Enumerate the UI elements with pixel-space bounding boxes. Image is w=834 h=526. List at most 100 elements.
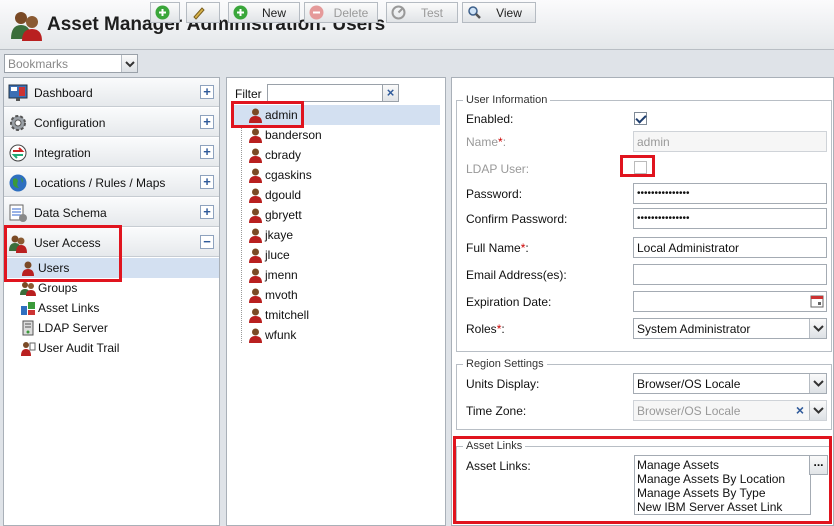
user-icon — [249, 108, 262, 123]
nav-item-configuration[interactable]: Configuration + — [4, 108, 219, 137]
enabled-checkbox[interactable] — [634, 112, 647, 125]
asset-link-item[interactable]: New IBM Server Asset Link — [637, 500, 810, 514]
user-list-item[interactable]: cbrady — [234, 145, 440, 165]
user-list-item[interactable]: jluce — [234, 245, 440, 265]
delete-button-label: Delete — [333, 5, 369, 20]
user-icon — [249, 288, 262, 303]
expand-icon[interactable]: + — [200, 115, 214, 129]
time-zone-value: Browser/OS Locale — [637, 404, 741, 418]
nav-item-integration[interactable]: Integration + — [4, 138, 219, 167]
sidebar-item-label: Users — [38, 261, 70, 275]
email-field[interactable] — [633, 264, 827, 285]
user-list-item[interactable]: admin — [234, 105, 440, 125]
user-list-item[interactable]: jmenn — [234, 265, 440, 285]
full-name-label: Full Name*: — [466, 241, 529, 255]
confirm-password-field[interactable]: ••••••••••••••• — [633, 208, 827, 229]
time-zone-select[interactable]: Browser/OS Locale × — [633, 400, 827, 421]
chevron-down-icon[interactable] — [809, 319, 826, 338]
chevron-down-icon[interactable] — [809, 374, 826, 393]
asset-link-item[interactable]: Manage Assets By Type — [637, 486, 810, 500]
user-list-item[interactable]: tmitchell — [234, 305, 440, 325]
expand-icon[interactable]: + — [200, 145, 214, 159]
name-field[interactable]: admin — [633, 131, 827, 152]
asset-links-list[interactable]: Manage Assets Manage Assets By Location Ma… — [634, 455, 811, 515]
add-bookmark-button[interactable] — [150, 2, 180, 23]
password-field[interactable]: ••••••••••••••• — [633, 183, 827, 204]
expiration-date-field[interactable] — [633, 291, 827, 312]
asset-links-label: Asset Links: — [466, 459, 531, 473]
asset-link-item[interactable]: Manage Assets — [637, 458, 810, 472]
units-display-select[interactable]: Browser/OS Locale — [633, 373, 827, 394]
nav-item-data-schema[interactable]: Data Schema + — [4, 198, 219, 227]
user-name: jmenn — [265, 268, 298, 282]
time-zone-label: Time Zone: — [466, 404, 527, 418]
new-button-label: New — [261, 5, 286, 20]
nav-item-label: Data Schema — [34, 206, 107, 220]
nav-item-locations[interactable]: Locations / Rules / Maps + — [4, 168, 219, 197]
filter-input[interactable] — [267, 84, 383, 102]
user-icon — [22, 261, 34, 276]
nav-item-user-access[interactable]: User Access − — [4, 228, 219, 257]
collapse-icon[interactable]: − — [200, 235, 214, 249]
roles-label: Roles*: — [466, 322, 505, 336]
sidebar-item-asset-links[interactable]: Asset Links — [4, 298, 219, 318]
user-list-item[interactable]: cgaskins — [234, 165, 440, 185]
user-icon — [249, 128, 262, 143]
clear-icon[interactable]: × — [796, 402, 804, 418]
bookmarks-select[interactable]: Bookmarks — [4, 54, 138, 73]
view-button-label: View — [496, 5, 522, 20]
user-list-item[interactable]: wfunk — [234, 325, 440, 345]
units-display-label: Units Display: — [466, 377, 540, 391]
user-name: wfunk — [265, 328, 297, 342]
delete-button[interactable]: Delete — [304, 2, 378, 23]
user-list-item[interactable]: banderson — [234, 125, 440, 145]
user-list-item[interactable]: jkaye — [234, 225, 440, 245]
user-icon — [249, 248, 262, 263]
sidebar-item-label: User Audit Trail — [38, 341, 120, 355]
chevron-down-icon[interactable] — [121, 55, 137, 72]
sidebar-item-user-audit-trail[interactable]: User Audit Trail — [4, 338, 219, 358]
user-icon — [249, 188, 262, 203]
ldap-user-checkbox[interactable] — [634, 161, 647, 174]
clear-filter-button[interactable]: × — [382, 84, 399, 102]
test-button[interactable]: Test — [386, 2, 458, 23]
user-name: jkaye — [265, 228, 294, 242]
new-button[interactable]: New — [228, 2, 300, 23]
user-icon — [249, 208, 262, 223]
user-list-item[interactable]: mvoth — [234, 285, 440, 305]
chevron-down-icon[interactable] — [809, 401, 826, 420]
user-name: tmitchell — [265, 308, 310, 322]
view-button[interactable]: View — [462, 2, 536, 23]
sidebar-item-users[interactable]: Users — [4, 258, 219, 278]
full-name-field[interactable]: Local Administrator — [633, 237, 827, 258]
filter-label: Filter — [235, 87, 262, 101]
user-icon — [249, 328, 262, 343]
more-options-button[interactable]: ... — [809, 455, 828, 475]
nav-item-label: User Access — [34, 236, 101, 250]
roles-select[interactable]: System Administrator — [633, 318, 827, 339]
user-name: cbrady — [265, 148, 302, 162]
sidebar-item-label: Groups — [38, 281, 78, 295]
sidebar-item-groups[interactable]: Groups — [4, 278, 219, 298]
user-icon — [249, 268, 262, 283]
sidebar-item-ldap-server[interactable]: LDAP Server — [4, 318, 219, 338]
asset-links-legend: Asset Links — [466, 440, 523, 452]
user-list-item[interactable]: gbryett — [234, 205, 440, 225]
confirm-password-label: Confirm Password: — [466, 212, 568, 226]
asset-link-item[interactable]: Manage Assets By Location — [637, 472, 810, 486]
globe-icon — [9, 174, 27, 192]
nav-item-dashboard[interactable]: Dashboard + — [4, 78, 219, 107]
email-label: Email Address(es): — [466, 268, 567, 282]
expand-icon[interactable]: + — [200, 205, 214, 219]
users-logo-icon — [11, 12, 42, 41]
ldap-user-label: LDAP User: — [466, 162, 530, 176]
calendar-icon[interactable] — [810, 294, 824, 308]
data-schema-icon — [9, 204, 27, 222]
user-name: dgould — [265, 188, 302, 202]
edit-bookmark-button[interactable] — [186, 2, 220, 23]
expand-icon[interactable]: + — [200, 175, 214, 189]
expiration-date-label: Expiration Date: — [466, 295, 552, 309]
ldap-server-icon — [22, 320, 34, 336]
expand-icon[interactable]: + — [200, 85, 214, 99]
user-list-item[interactable]: dgould — [234, 185, 440, 205]
